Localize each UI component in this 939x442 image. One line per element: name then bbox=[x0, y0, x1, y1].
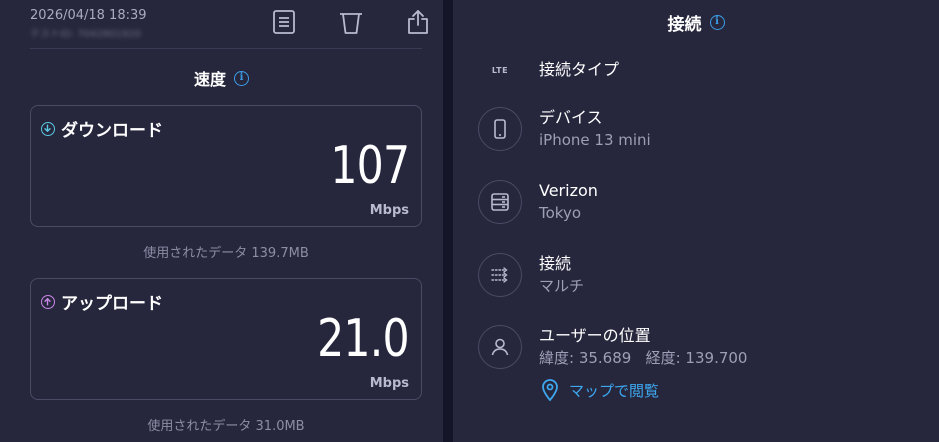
download-arrow-icon bbox=[41, 121, 55, 136]
trash-icon[interactable] bbox=[337, 8, 365, 36]
map-pin-icon bbox=[542, 379, 558, 402]
device-value: iPhone 13 mini bbox=[539, 131, 651, 149]
download-speed-value: 107 bbox=[330, 136, 410, 196]
device-row: デバイス iPhone 13 mini bbox=[478, 107, 651, 151]
connection-mode-value: マルチ bbox=[539, 277, 585, 295]
download-label-text: ダウンロード bbox=[61, 121, 163, 141]
provider-row: Verizon Tokyo bbox=[478, 180, 598, 224]
view-on-map-label: マップで閲覧 bbox=[569, 381, 660, 400]
phone-icon bbox=[478, 107, 522, 151]
download-unit: Mbps bbox=[369, 203, 409, 218]
info-icon[interactable]: i bbox=[709, 15, 725, 30]
header-divider bbox=[30, 48, 422, 49]
user-location-coordinates: 緯度: 35.689 経度: 139.700 bbox=[539, 349, 748, 367]
lte-icon: LTE bbox=[478, 58, 522, 82]
test-timestamp: 2026/04/18 18:39 bbox=[30, 8, 147, 23]
server-icon bbox=[478, 180, 522, 224]
upload-data-used: 使用されたデータ 31.0MB bbox=[147, 419, 305, 434]
connection-section-title: 接続 i bbox=[453, 10, 939, 35]
download-data-used: 使用されたデータ 139.7MB bbox=[143, 246, 309, 261]
connection-mode-label: 接続 bbox=[539, 254, 572, 273]
view-on-map-link[interactable]: マップで閲覧 bbox=[540, 378, 659, 402]
provider-value: Tokyo bbox=[539, 204, 581, 222]
upload-card: アップロード 21.0 Mbps bbox=[30, 278, 422, 400]
connection-mode-row: 接続 マルチ bbox=[478, 253, 584, 297]
upload-arrow-icon bbox=[41, 294, 55, 309]
info-icon[interactable]: i bbox=[234, 70, 249, 86]
upload-label: アップロード bbox=[41, 289, 163, 314]
speed-title: 速度 bbox=[193, 70, 226, 89]
user-icon bbox=[478, 325, 522, 369]
lte-badge: LTE bbox=[491, 65, 509, 75]
user-location-label: ユーザーの位置 bbox=[539, 326, 651, 345]
multi-connection-icon bbox=[478, 253, 522, 297]
connection-type-label: 接続タイプ bbox=[539, 60, 620, 79]
connection-title: 接続 bbox=[667, 15, 702, 35]
speed-section-title: 速度 i bbox=[0, 66, 443, 90]
upload-label-text: アップロード bbox=[61, 294, 163, 314]
user-location-row: ユーザーの位置 緯度: 35.689 経度: 139.700 bbox=[478, 325, 747, 369]
results-list-icon[interactable] bbox=[270, 8, 298, 36]
download-card: ダウンロード 107 Mbps bbox=[30, 105, 422, 227]
device-label: デバイス bbox=[539, 108, 603, 127]
upload-speed-value: 21.0 bbox=[317, 309, 409, 369]
provider-label: Verizon bbox=[539, 181, 598, 200]
upload-unit: Mbps bbox=[369, 376, 409, 391]
share-icon[interactable] bbox=[404, 8, 432, 36]
download-label: ダウンロード bbox=[41, 116, 163, 141]
connection-type-row: LTE 接続タイプ bbox=[478, 58, 619, 82]
test-id: テストID: 7042801920 bbox=[30, 29, 141, 40]
